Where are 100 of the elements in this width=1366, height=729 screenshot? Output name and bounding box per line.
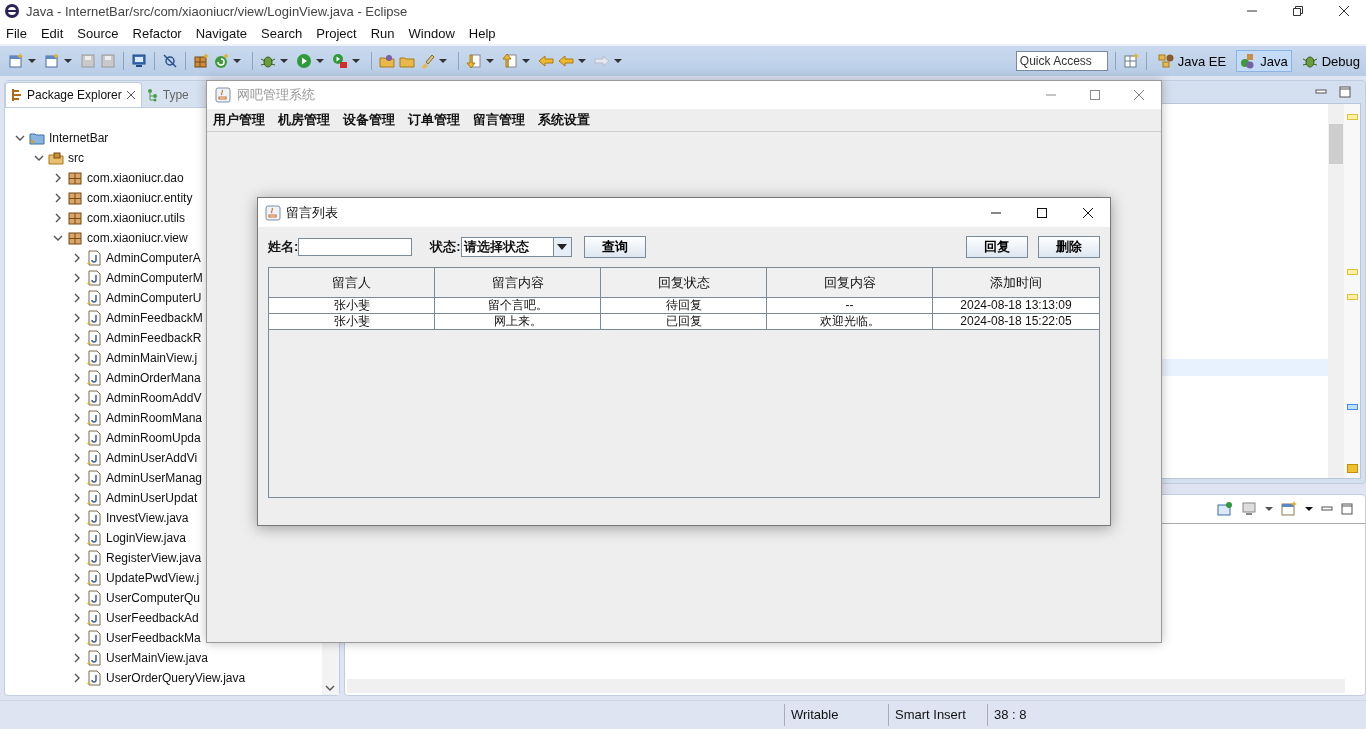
- tree-item-label[interactable]: src: [68, 151, 84, 165]
- expand-chevron-icon[interactable]: [72, 413, 82, 423]
- tree-item-label[interactable]: com.xiaoniucr.entity: [87, 191, 193, 205]
- expand-chevron-icon[interactable]: [72, 653, 82, 663]
- tree-item-label[interactable]: AdminFeedbackM: [106, 311, 203, 325]
- tree-item-label[interactable]: AdminFeedbackR: [106, 331, 202, 345]
- status-dropdown[interactable]: 请选择状态: [460, 237, 572, 257]
- maximize-icon[interactable]: [1036, 206, 1048, 219]
- expand-chevron-icon[interactable]: [72, 293, 82, 303]
- caret-icon[interactable]: [233, 59, 241, 63]
- expand-chevron-icon[interactable]: [72, 253, 82, 263]
- run-icon[interactable]: [296, 53, 312, 69]
- perspective-button[interactable]: Debug: [1297, 50, 1364, 72]
- action-button[interactable]: 删除: [1038, 236, 1100, 258]
- expand-chevron-icon[interactable]: [53, 173, 63, 183]
- caret-icon[interactable]: [280, 59, 288, 63]
- monitor-icon[interactable]: [131, 53, 147, 69]
- expand-chevron-icon[interactable]: [72, 553, 82, 563]
- menu-item[interactable]: 订单管理: [408, 111, 460, 129]
- expand-chevron-icon[interactable]: [72, 313, 82, 323]
- expand-chevron-icon[interactable]: [72, 273, 82, 283]
- view-tab[interactable]: Package Explorer: [5, 82, 142, 107]
- new-class-icon[interactable]: [44, 53, 60, 69]
- tree-item-label[interactable]: UserFeedbackAd: [106, 611, 199, 625]
- tree-item-label[interactable]: InternetBar: [49, 131, 109, 145]
- expand-chevron-icon[interactable]: [53, 233, 63, 243]
- caret-icon[interactable]: [352, 59, 360, 63]
- menu-item[interactable]: Search: [261, 25, 303, 41]
- tree-item-label[interactable]: com.xiaoniucr.utils: [87, 211, 186, 225]
- tree-item-label[interactable]: UserOrderQueryView.java: [106, 671, 246, 685]
- dropdown-arrow-icon[interactable]: [557, 244, 568, 250]
- monitor-icon[interactable]: [1241, 501, 1257, 517]
- expand-chevron-icon[interactable]: [34, 153, 44, 163]
- open-perspective-icon[interactable]: [1122, 53, 1139, 69]
- new-window-icon[interactable]: [1281, 501, 1297, 517]
- expand-chevron-icon[interactable]: [72, 373, 82, 383]
- caret-icon[interactable]: [64, 59, 72, 63]
- maximize-view-icon[interactable]: [1341, 503, 1353, 515]
- package-new-icon[interactable]: [193, 53, 209, 69]
- action-button[interactable]: 回复: [966, 236, 1028, 258]
- tree-item-label[interactable]: AdminComputerM: [106, 271, 203, 285]
- caret-icon[interactable]: [486, 59, 494, 63]
- tree-item-label[interactable]: AdminMainView.j: [106, 351, 198, 365]
- expand-chevron-icon[interactable]: [72, 573, 82, 583]
- menu-item[interactable]: Edit: [40, 25, 64, 41]
- menu-item[interactable]: 用户管理: [213, 111, 265, 129]
- tree-item-label[interactable]: AdminRoomAddV: [106, 391, 202, 405]
- expand-chevron-icon[interactable]: [72, 673, 82, 683]
- expand-chevron-icon[interactable]: [72, 493, 82, 503]
- caret-icon[interactable]: [578, 59, 586, 63]
- tree-item-label[interactable]: AdminRoomUpda: [106, 431, 201, 445]
- caret-icon[interactable]: [614, 59, 622, 63]
- expand-chevron-icon[interactable]: [72, 513, 82, 523]
- quick-access-field[interactable]: Quick Access: [1015, 51, 1108, 71]
- menu-item[interactable]: Window: [408, 25, 455, 41]
- menu-item[interactable]: Help: [468, 25, 496, 41]
- tree-item-label[interactable]: AdminRoomMana: [106, 411, 203, 425]
- column-header[interactable]: 回复状态: [601, 268, 767, 298]
- tree-item-label[interactable]: AdminComputerU: [106, 291, 202, 305]
- caret-icon[interactable]: [316, 59, 324, 63]
- tree-item-label[interactable]: com.xiaoniucr.dao: [87, 171, 184, 185]
- tree-item-label[interactable]: RegisterView.java: [106, 551, 202, 565]
- tree-item-label[interactable]: AdminOrderMana: [106, 371, 201, 385]
- menu-item[interactable]: Run: [370, 25, 395, 41]
- tree-item-label[interactable]: UserComputerQu: [106, 591, 201, 605]
- caret-icon[interactable]: [1305, 507, 1313, 511]
- tree-item-label[interactable]: UserFeedbackMa: [106, 631, 201, 645]
- restore-icon[interactable]: [1292, 5, 1304, 17]
- tree-item-label[interactable]: UpdatePwdView.j: [106, 571, 200, 585]
- caret-icon[interactable]: [1265, 507, 1273, 511]
- tree-item-label[interactable]: AdminUserUpdat: [106, 491, 198, 505]
- expand-chevron-icon[interactable]: [53, 213, 63, 223]
- new-file-icon[interactable]: [8, 53, 24, 69]
- expand-chevron-icon[interactable]: [72, 433, 82, 443]
- menu-item[interactable]: Navigate: [195, 25, 247, 41]
- search-button[interactable]: 查询: [583, 236, 646, 258]
- column-header[interactable]: 留言人: [269, 268, 435, 298]
- expand-chevron-icon[interactable]: [15, 133, 25, 143]
- caret-icon[interactable]: [439, 59, 447, 63]
- scroll-down-icon[interactable]: [325, 685, 335, 691]
- expand-chevron-icon[interactable]: [72, 453, 82, 463]
- tree-item-label[interactable]: UserMainView.java: [106, 651, 208, 665]
- horizontal-scrollbar[interactable]: [347, 679, 1345, 693]
- expand-chevron-icon[interactable]: [72, 353, 82, 363]
- expand-chevron-icon[interactable]: [72, 473, 82, 483]
- expand-chevron-icon[interactable]: [72, 393, 82, 403]
- column-header[interactable]: 留言内容: [435, 268, 601, 298]
- bug-icon[interactable]: [260, 53, 276, 69]
- scroll-thumb[interactable]: [1329, 124, 1343, 164]
- column-header[interactable]: 回复内容: [767, 268, 933, 298]
- expand-chevron-icon[interactable]: [72, 333, 82, 343]
- expand-chevron-icon[interactable]: [72, 593, 82, 603]
- menu-item[interactable]: 机房管理: [278, 111, 330, 129]
- close-icon[interactable]: [1338, 5, 1350, 17]
- caret-icon[interactable]: [522, 59, 530, 63]
- tree-item-label[interactable]: AdminComputerA: [106, 251, 201, 265]
- expand-chevron-icon[interactable]: [72, 613, 82, 623]
- expand-chevron-icon[interactable]: [72, 533, 82, 543]
- close-icon[interactable]: [1082, 206, 1094, 219]
- expand-chevron-icon[interactable]: [72, 633, 82, 643]
